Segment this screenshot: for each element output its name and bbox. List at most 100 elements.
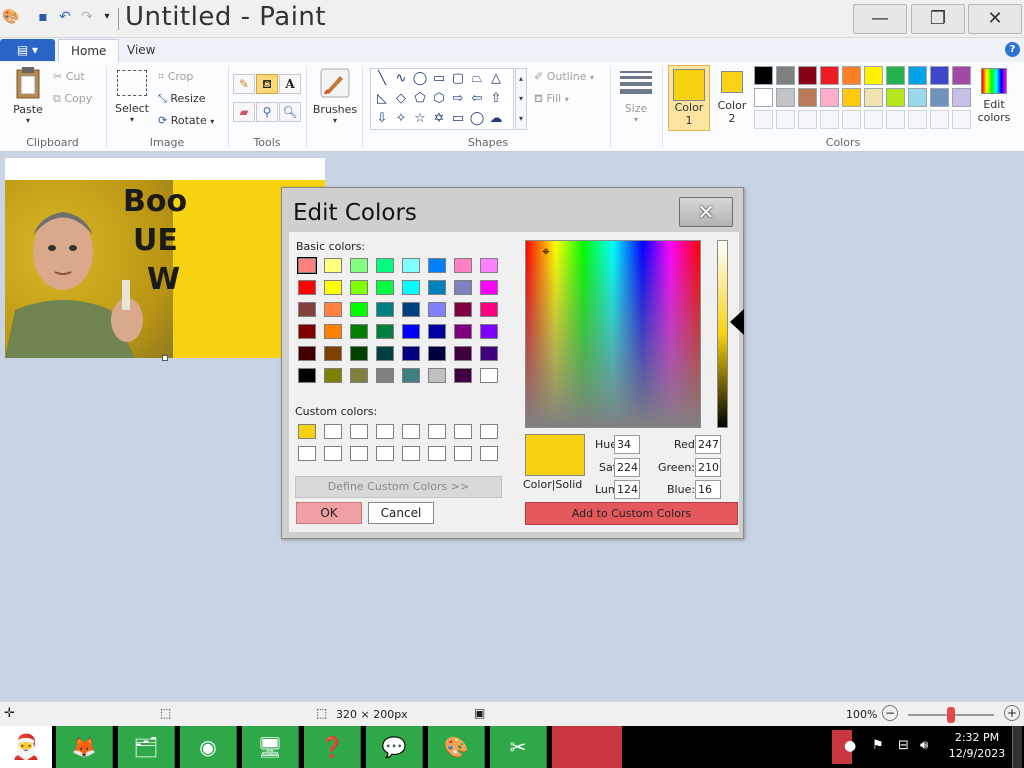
left-arrow-shape[interactable]: ⇦ [468, 90, 486, 108]
blue-input[interactable]: 16 [695, 480, 721, 499]
custom-color-swatch[interactable] [454, 424, 472, 439]
palette-color-swatch[interactable] [798, 88, 817, 107]
palette-color-swatch[interactable] [930, 66, 949, 85]
basic-color-swatch[interactable] [298, 302, 316, 317]
basic-color-swatch[interactable] [454, 280, 472, 295]
palette-color-swatch[interactable] [842, 88, 861, 107]
tray-dot-icon[interactable]: ● [844, 738, 856, 754]
zoom-in-button[interactable]: + [1004, 705, 1020, 721]
basic-color-swatch[interactable] [350, 346, 368, 361]
basic-color-swatch[interactable] [454, 302, 472, 317]
palette-color-swatch[interactable] [908, 66, 927, 85]
palette-color-swatch[interactable] [952, 66, 971, 85]
tab-view[interactable]: View [115, 39, 167, 62]
basic-color-swatch[interactable] [350, 280, 368, 295]
zoom-out-button[interactable]: − [882, 705, 898, 721]
four-point-star-shape[interactable]: ✧ [392, 110, 410, 128]
minimize-button[interactable]: — [853, 4, 907, 34]
taskbar-chat[interactable]: 💬 [366, 726, 423, 768]
down-arrow-shape[interactable]: ⇩ [373, 110, 391, 128]
basic-color-swatch[interactable] [402, 346, 420, 361]
fill-tool[interactable]: ⛾ [256, 74, 278, 94]
basic-color-swatch[interactable] [454, 368, 472, 383]
color-spectrum[interactable]: ⌖ [525, 240, 701, 428]
hexagon-shape[interactable]: ⬡ [430, 90, 448, 108]
six-point-star-shape[interactable]: ✡ [430, 110, 448, 128]
custom-color-swatch[interactable] [454, 446, 472, 461]
lum-input[interactable]: 124 [614, 480, 640, 499]
redo-icon[interactable]: ↷ [78, 8, 96, 26]
taskbar-file-explorer[interactable]: 🗂 [118, 726, 175, 768]
shapes-scroll[interactable]: ▴ ▾ ▾ [515, 68, 527, 130]
basic-color-swatch[interactable] [428, 302, 446, 317]
basic-color-swatch[interactable] [428, 346, 446, 361]
palette-empty-slot[interactable] [886, 110, 905, 129]
hue-input[interactable]: 34 [614, 435, 640, 454]
palette-empty-slot[interactable] [754, 110, 773, 129]
basic-color-swatch[interactable] [324, 258, 342, 273]
select-dropdown-icon[interactable]: ▾ [113, 115, 151, 124]
basic-color-swatch[interactable] [480, 302, 498, 317]
rounded-rectangle-shape[interactable]: ▢ [449, 70, 467, 88]
add-to-custom-colors-button[interactable]: Add to Custom Colors [525, 502, 738, 525]
palette-color-swatch[interactable] [754, 88, 773, 107]
basic-color-swatch[interactable] [454, 324, 472, 339]
palette-color-swatch[interactable] [754, 66, 773, 85]
palette-color-swatch[interactable] [864, 66, 883, 85]
eraser-tool[interactable]: ▰ [233, 102, 255, 122]
paste-button[interactable]: Paste ▾ [8, 66, 48, 125]
basic-color-swatch[interactable] [298, 346, 316, 361]
basic-color-swatch[interactable] [402, 324, 420, 339]
tab-home[interactable]: Home [58, 39, 120, 62]
basic-color-swatch[interactable] [428, 324, 446, 339]
magnifier-tool[interactable]: 🔍︎ [279, 102, 301, 122]
custom-color-swatch[interactable] [376, 446, 394, 461]
close-button[interactable]: ✕ [968, 4, 1022, 34]
undo-icon[interactable]: ↶ [56, 8, 74, 26]
basic-color-swatch[interactable] [350, 324, 368, 339]
taskbar-help[interactable]: ❓ [304, 726, 361, 768]
basic-color-swatch[interactable] [298, 324, 316, 339]
custom-color-swatch[interactable] [428, 424, 446, 439]
start-button[interactable]: 🎅 [0, 726, 52, 768]
rectangle-shape[interactable]: ▭ [430, 70, 448, 88]
palette-color-swatch[interactable] [776, 88, 795, 107]
palette-color-swatch[interactable] [930, 88, 949, 107]
palette-color-swatch[interactable] [864, 88, 883, 107]
basic-color-swatch[interactable] [350, 302, 368, 317]
taskbar-chrome[interactable]: ◉ [180, 726, 237, 768]
basic-color-swatch[interactable] [454, 258, 472, 273]
basic-color-swatch[interactable] [324, 346, 342, 361]
resize-handle[interactable] [162, 355, 168, 361]
basic-color-swatch[interactable] [428, 280, 446, 295]
basic-color-swatch[interactable] [376, 368, 394, 383]
up-arrow-shape[interactable]: ⇧ [487, 90, 505, 108]
custom-color-swatch[interactable] [402, 424, 420, 439]
basic-color-swatch[interactable] [297, 257, 317, 274]
palette-color-swatch[interactable] [842, 66, 861, 85]
custom-color-swatch[interactable] [298, 446, 316, 461]
resize-button[interactable]: ⤡ Resize [158, 92, 206, 106]
luminosity-slider[interactable] [717, 240, 728, 428]
green-input[interactable]: 210 [695, 458, 721, 477]
taskbar-open-window[interactable] [552, 726, 622, 768]
select-button[interactable]: Select ▾ [113, 70, 151, 124]
rounded-callout-shape[interactable]: ▭ [449, 110, 467, 128]
paint-app-icon[interactable]: 🎨 [2, 8, 20, 26]
right-triangle-shape[interactable]: ◺ [373, 90, 391, 108]
luminosity-arrow-icon[interactable] [730, 309, 744, 335]
basic-color-swatch[interactable] [376, 346, 394, 361]
text-tool[interactable]: A [279, 74, 301, 94]
color1-button[interactable]: Color 1 [668, 65, 710, 131]
basic-color-swatch[interactable] [298, 368, 316, 383]
help-icon[interactable]: ? [1005, 42, 1020, 57]
taskbar-paint[interactable]: 🎨 [428, 726, 485, 768]
oval-shape[interactable]: ◯ [411, 70, 429, 88]
palette-empty-slot[interactable] [908, 110, 927, 129]
action-center-flag-icon[interactable]: ⚑ [872, 738, 884, 753]
custom-color-swatch[interactable] [480, 424, 498, 439]
crosshair-icon[interactable]: ⌖ [542, 245, 550, 259]
red-input[interactable]: 247 [695, 435, 721, 454]
basic-color-swatch[interactable] [376, 280, 394, 295]
basic-color-swatch[interactable] [402, 280, 420, 295]
